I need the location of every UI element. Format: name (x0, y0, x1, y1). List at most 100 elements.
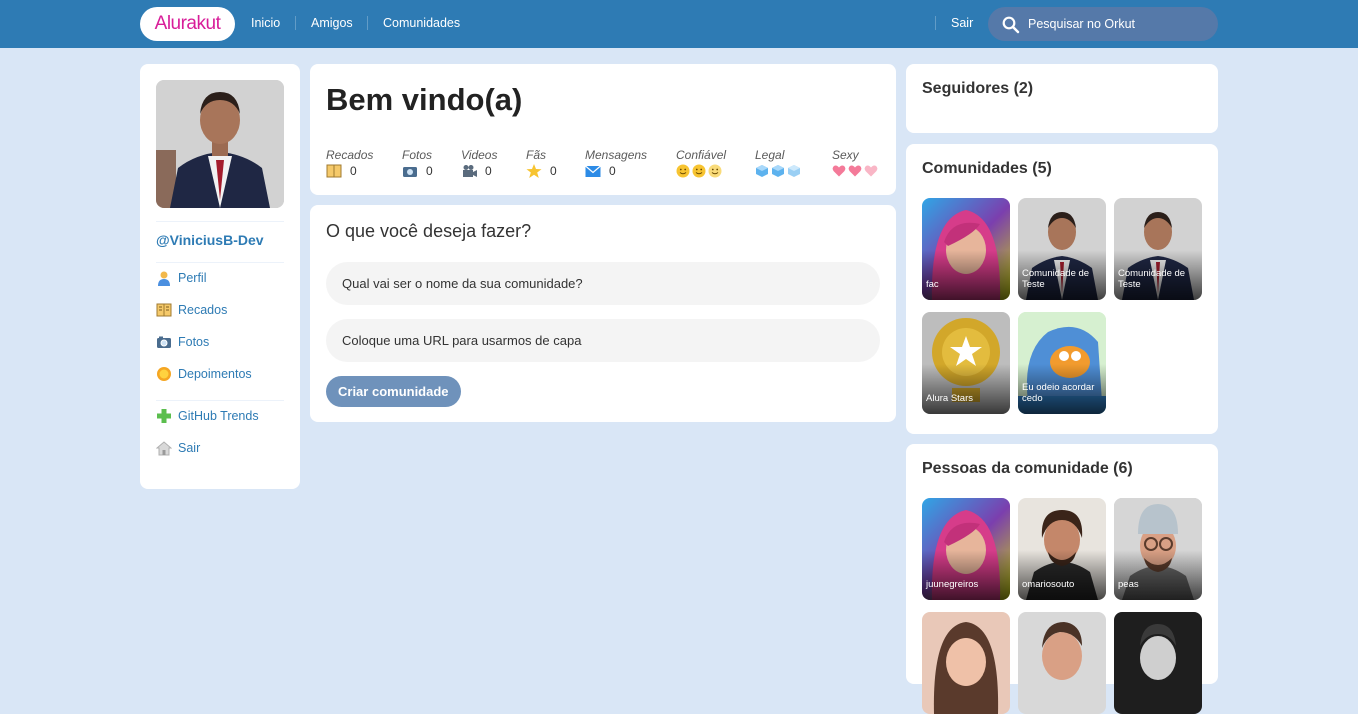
communities-box: Comunidades (5) fac Comunidade de Teste (906, 144, 1218, 434)
nav-comunidades-link[interactable]: Comunidades (383, 16, 460, 30)
sidebar-item-label: Sair (178, 441, 201, 455)
divider (156, 262, 284, 263)
community-card[interactable]: fac (922, 198, 1010, 300)
sidebar-item-github-trends[interactable]: GitHub Trends (156, 407, 259, 425)
community-card[interactable]: Comunidade de Teste (1018, 198, 1106, 300)
followers-title: Seguidores (2) (922, 80, 1034, 97)
sidebar-item-label: Perfil (178, 271, 207, 285)
search-input[interactable] (1028, 7, 1208, 41)
stat-videos[interactable]: Videos 0 (461, 148, 497, 178)
person-image (933, 622, 999, 714)
profile-photo (156, 80, 284, 208)
stat-label: Fotos (402, 148, 433, 162)
person-card[interactable]: juunegreiros (922, 498, 1010, 600)
rating-label: Confiável (676, 148, 727, 162)
smiley-icon (708, 164, 722, 178)
create-community-button[interactable]: Criar comunidade (326, 376, 461, 407)
person-card[interactable] (922, 612, 1010, 714)
person-image (1140, 624, 1176, 680)
sidebar-item-label: Depoimentos (178, 367, 252, 381)
nav-separator (295, 16, 296, 30)
ice-cube-icon (756, 165, 768, 177)
logout-link[interactable]: Sair (951, 16, 973, 30)
form-title: O que você deseja fazer? (326, 221, 532, 241)
rating-confiavel[interactable]: Confiável (676, 148, 726, 178)
rating-label: Sexy (832, 148, 859, 162)
community-image-url-input[interactable] (326, 319, 880, 362)
profile-username-link[interactable]: @ViniciusB-Dev (156, 232, 264, 248)
create-community-box: O que você deseja fazer? Criar comunidad… (310, 205, 896, 422)
camera-icon (403, 167, 417, 177)
stat-fas[interactable]: Fãs 0 (526, 148, 557, 178)
star-icon (526, 164, 542, 178)
community-card[interactable]: Eu odeio acordar cedo (1018, 312, 1106, 414)
sidebar-item-sair[interactable]: Sair (156, 439, 200, 457)
ice-cube-icon (772, 165, 784, 177)
profile-avatar[interactable] (156, 80, 284, 208)
top-navigation-bar: Alurakut Inicio Amigos Comunidades Sair (0, 0, 1358, 48)
stat-label: Fãs (526, 148, 547, 162)
stat-value: 0 (550, 164, 557, 178)
divider (156, 221, 284, 222)
followers-box: Seguidores (2) (906, 64, 1218, 133)
logout-icon (156, 441, 172, 456)
nav-separator (367, 16, 368, 30)
stat-label: Recados (326, 148, 374, 162)
community-name: Alura Stars (926, 393, 973, 404)
community-name: Eu odeio acordar cedo (1022, 382, 1095, 404)
people-box: Pessoas da comunidade (6) juunegreiros o… (906, 444, 1218, 714)
person-card[interactable]: omariosouto (1018, 498, 1106, 600)
rating-sexy[interactable]: Sexy (832, 148, 878, 178)
sidebar-item-perfil[interactable]: Perfil (156, 269, 206, 287)
alurakut-logo[interactable]: Alurakut (140, 7, 235, 41)
person-image (1042, 622, 1082, 680)
rating-label: Legal (755, 148, 785, 162)
sidebar-item-fotos[interactable]: Fotos (156, 333, 209, 351)
stat-fotos[interactable]: Fotos 0 (402, 148, 433, 178)
nav-separator (935, 16, 936, 30)
community-card[interactable]: Comunidade de Teste (1114, 198, 1202, 300)
heart-icon (848, 165, 862, 177)
nav-inicio-link[interactable]: Inicio (251, 16, 280, 30)
smiley-icon (676, 164, 690, 178)
person-card[interactable] (1018, 612, 1106, 714)
heart-icon (864, 165, 878, 177)
ice-cube-icon (788, 165, 800, 177)
sun-icon (157, 367, 171, 381)
stat-value: 0 (485, 164, 492, 178)
stat-recados[interactable]: Recados 0 (326, 148, 373, 178)
stat-label: Videos (461, 148, 498, 162)
stat-mensagens[interactable]: Mensagens 0 (585, 148, 647, 178)
person-name: omariosouto (1022, 579, 1075, 590)
camera-icon (157, 336, 171, 348)
community-name: Comunidade de Teste (1022, 268, 1090, 290)
video-camera-icon (463, 165, 477, 177)
plus-icon (157, 409, 171, 423)
community-name: fac (926, 279, 939, 290)
person-card[interactable] (1114, 612, 1202, 714)
stat-value: 0 (609, 164, 616, 178)
sidebar-item-label: Fotos (178, 335, 210, 349)
communities-title: Comunidades (5) (922, 160, 1052, 177)
rating-legal[interactable]: Legal (755, 148, 801, 178)
people-title: Pessoas da comunidade (6) (922, 460, 1133, 477)
search-icon (1002, 16, 1020, 34)
smiley-icon (692, 164, 706, 178)
heart-icon (832, 165, 846, 177)
community-name-input[interactable] (326, 262, 880, 305)
sidebar-item-label: GitHub Trends (178, 409, 259, 423)
community-name: Comunidade de Teste (1118, 268, 1186, 290)
nav-amigos-link[interactable]: Amigos (311, 16, 353, 30)
sidebar-item-recados[interactable]: Recados (156, 301, 227, 319)
sidebar-item-label: Recados (178, 303, 228, 317)
profile-sidebar: @ViniciusB-Dev Perfil Recados Fotos Depo… (140, 64, 300, 489)
book-icon (156, 303, 172, 317)
person-card[interactable]: peas (1114, 498, 1202, 600)
person-name: peas (1118, 579, 1139, 590)
stat-value: 0 (426, 164, 433, 178)
community-card[interactable]: Alura Stars (922, 312, 1010, 414)
sidebar-item-depoimentos[interactable]: Depoimentos (156, 365, 252, 383)
book-icon (326, 164, 342, 178)
stat-value: 0 (350, 164, 357, 178)
search-bar[interactable] (988, 7, 1218, 41)
